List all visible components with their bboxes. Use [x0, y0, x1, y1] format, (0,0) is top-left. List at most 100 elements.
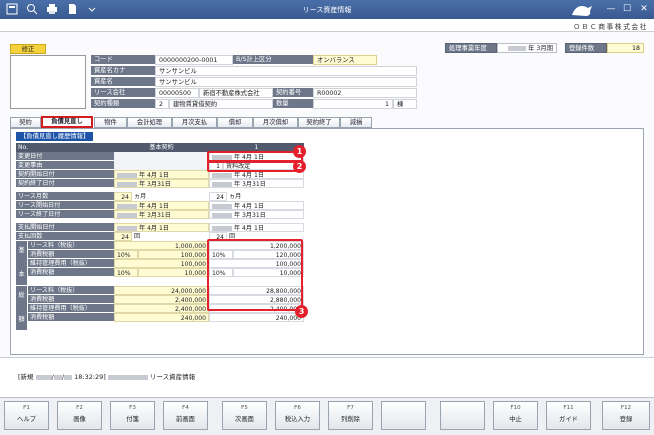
asset-image[interactable]	[10, 55, 86, 109]
qty-unit: 棟	[393, 99, 417, 109]
f2-image-button[interactable]: F2 画像	[57, 401, 102, 430]
fiscal-year-label: 処理事業年度	[445, 43, 497, 53]
qty-label: 数量	[273, 99, 313, 109]
company-bar: ＯＢＣ商事株式会社	[0, 6, 654, 32]
callout-box-3	[207, 239, 303, 311]
end-date-base: 年 3月31日	[114, 179, 209, 188]
tab-depreciation[interactable]: 償却	[217, 117, 253, 128]
title-bar: リース資産情報 — ☐ ✕	[0, 0, 654, 19]
tab-contract[interactable]: 契約	[10, 117, 41, 128]
tab-monthly-payment[interactable]: 月次支払	[172, 117, 217, 128]
f12-register-button[interactable]: F12 登録	[602, 401, 650, 430]
type-name: 建物賃貸借契約	[169, 99, 273, 109]
window-title: リース資産情報	[302, 6, 352, 14]
months-label: リース月数	[16, 192, 114, 201]
f3-sticky-button[interactable]: F3 付箋	[110, 401, 155, 430]
col-base-header: 基本契約	[114, 143, 209, 152]
f1-help-button[interactable]: F1 ヘルプ	[4, 401, 49, 430]
f5-next-screen-button[interactable]: F5 次画面	[222, 401, 267, 430]
reg-count-label: 登録件数	[565, 43, 607, 53]
tax-rate-base: 10%	[114, 250, 138, 259]
f8-empty-button	[381, 401, 426, 430]
total-maint-label: 維持管理費用（税抜）	[28, 304, 114, 313]
end-date-1: 年 3月31日	[209, 179, 304, 188]
code-label: コード	[91, 55, 155, 65]
tab-monthly-depreciation[interactable]: 月次償却	[253, 117, 298, 128]
fiscal-year-value: 年 3月期	[497, 43, 557, 53]
kana-label: 資産名カナ	[91, 66, 155, 76]
pay-start-label: 支払開始日付	[16, 223, 114, 232]
mtax-label: 消費税額	[28, 268, 114, 277]
f7-delete-column-button[interactable]: F7 列削除	[328, 401, 373, 430]
maint-label: 維持管理費用（税抜）	[28, 259, 114, 268]
fee-label: リース料（税抜）	[28, 241, 114, 250]
pay-count-base: 24	[114, 232, 132, 241]
lease-end-base: 年 3月31日	[114, 210, 209, 219]
tab-property[interactable]: 物件	[94, 117, 127, 128]
no-header: No.	[16, 143, 114, 152]
months-unit-1: ヵ月	[229, 193, 242, 200]
callout-badge-3: 3	[295, 305, 308, 318]
pay-count-unit-base: 回	[134, 233, 141, 240]
tab-impairment[interactable]: 減損	[340, 117, 372, 128]
name-label: 資産名	[91, 77, 155, 87]
tab-contract-end[interactable]: 契約終了	[298, 117, 340, 128]
maximize-icon[interactable]: ☐	[620, 3, 634, 15]
f4-prev-screen-button[interactable]: F4 前画面	[163, 401, 208, 430]
callout-box-2	[207, 160, 303, 172]
change-reason-base	[114, 161, 209, 170]
logo-icon	[570, 3, 594, 17]
total-tax-label: 消費税額	[28, 295, 114, 304]
callout-badge-1: 1	[293, 145, 306, 158]
qty-value: 1	[313, 99, 393, 109]
minimize-icon[interactable]: —	[604, 3, 618, 15]
total-fee-base: 24,000,000	[114, 286, 209, 295]
lessor-name: 新宿不動産株式会社	[199, 88, 273, 98]
type-code: 2	[155, 99, 169, 109]
f11-guide-button[interactable]: F11 ガイド	[546, 401, 591, 430]
liability-review-panel: 【負債見直し履歴情報】 No. 基本契約 1 変更日付 年 4月 1日 変更事由…	[10, 128, 644, 355]
status-text: [新規 // 18:32:29] リース資産情報	[18, 373, 196, 381]
start-date-label: 契約開始日付	[16, 170, 114, 179]
start-date-base: 年 4月 1日	[114, 170, 209, 179]
tax-base: 100,000	[138, 250, 209, 259]
mtax-rate-base: 10%	[114, 268, 138, 277]
total-fee-label: リース料（税抜）	[28, 286, 114, 295]
function-key-bar: F1 ヘルプ F2 画像 F3 付箋 F4 前画面 F5 次画面 F6 税込入力 F7 列削除…	[0, 397, 654, 435]
lease-start-1: 年 4月 1日	[209, 201, 304, 210]
months-1: 24	[209, 192, 227, 201]
f9-empty-button	[440, 401, 485, 430]
name-value: サンサンビル	[155, 77, 417, 87]
change-reason-label: 変更事由	[16, 161, 114, 170]
mtax-base: 10,000	[138, 268, 209, 277]
edit-mode-badge: 修正	[10, 44, 46, 54]
lease-end-label: リース終了日付	[16, 210, 114, 219]
lease-start-label: リース開始日付	[16, 201, 114, 210]
section-title: 【負債見直し履歴情報】	[16, 132, 94, 141]
tab-liability-review[interactable]: 負債見直し	[41, 116, 93, 128]
contract-no-label: 契約番号	[273, 88, 313, 98]
close-icon[interactable]: ✕	[637, 3, 651, 15]
lease-start-base: 年 4月 1日	[114, 201, 209, 210]
type-label: 契約種類	[91, 99, 155, 109]
company-name: ＯＢＣ商事株式会社	[573, 23, 648, 31]
pay-count-label: 支払回数	[16, 232, 114, 241]
f6-tax-input-button[interactable]: F6 税込入力	[275, 401, 320, 430]
total-maint-base: 2,400,000	[114, 304, 209, 313]
status-bar: [新規 // 18:32:29] リース資産情報	[0, 357, 654, 397]
pay-start-base: 年 4月 1日	[114, 223, 209, 232]
months-unit-base: ヵ月	[134, 193, 147, 200]
maint-base: 100,000	[114, 259, 209, 268]
total-tax-base: 2,400,000	[114, 295, 209, 304]
total-mtax-base: 240,000	[114, 313, 209, 322]
f10-cancel-button[interactable]: F10 中止	[493, 401, 538, 430]
bs-value: オンバランス	[313, 55, 377, 65]
callout-badge-2: 2	[293, 160, 306, 173]
tab-accounting[interactable]: 会計処理	[127, 117, 172, 128]
end-date-label: 契約終了日付	[16, 179, 114, 188]
change-date-label: 変更日付	[16, 152, 114, 161]
lessor-code: 00000500	[155, 88, 199, 98]
reg-count-value: 18	[607, 43, 644, 53]
change-date-base	[114, 152, 209, 161]
months-base: 24	[114, 192, 132, 201]
